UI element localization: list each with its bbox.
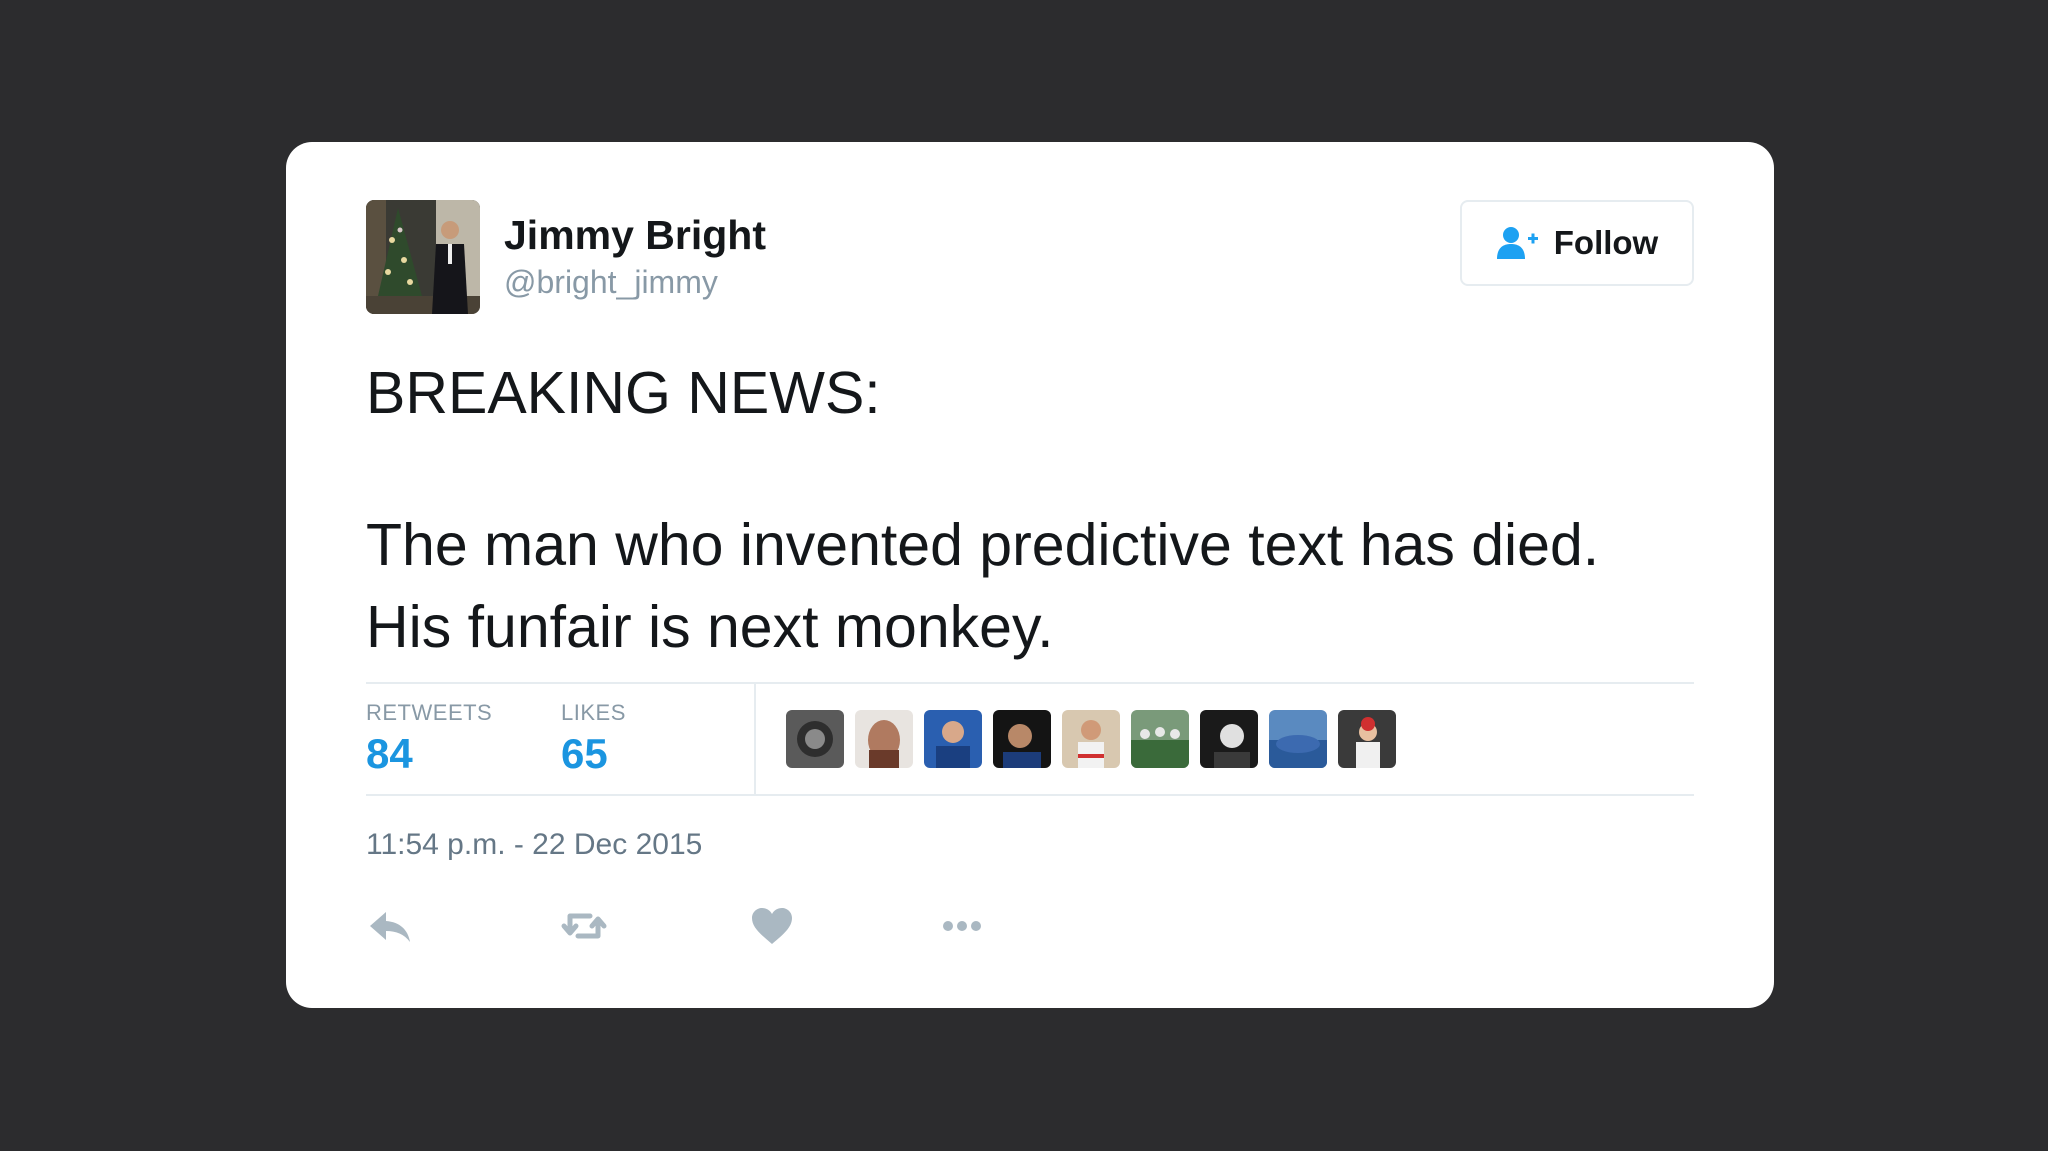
more-icon — [943, 921, 981, 931]
stats-top-divider — [366, 682, 1694, 684]
liker-avatar[interactable] — [855, 710, 913, 768]
liker-avatar[interactable] — [1062, 710, 1120, 768]
tweet-line-body-1: The man who invented predictive text has… — [366, 512, 1600, 578]
reply-icon — [370, 912, 410, 942]
reply-button[interactable] — [366, 902, 414, 950]
tweet-timestamp[interactable]: 11:54 p.m. - 22 Dec 2015 — [366, 828, 702, 862]
more-button[interactable] — [938, 902, 986, 950]
likes-stat[interactable]: LIKES 65 — [561, 700, 626, 778]
retweet-icon — [561, 913, 607, 939]
stats-vertical-divider — [754, 684, 756, 794]
follow-button-label: Follow — [1553, 224, 1659, 261]
user-handle[interactable]: @bright_jimmy — [504, 264, 718, 301]
add-user-icon — [1496, 227, 1538, 259]
follow-button[interactable]: Follow — [1460, 200, 1694, 286]
retweet-button[interactable] — [560, 902, 608, 950]
liker-avatar[interactable] — [1338, 710, 1396, 768]
like-icon — [752, 908, 792, 944]
stats-bottom-divider — [366, 794, 1694, 796]
likers-avatars — [786, 710, 1396, 768]
retweets-stat[interactable]: RETWEETS 84 — [366, 700, 492, 778]
liker-avatar[interactable] — [1269, 710, 1327, 768]
liker-avatar[interactable] — [924, 710, 982, 768]
liker-avatar[interactable] — [1200, 710, 1258, 768]
liker-avatar[interactable] — [1131, 710, 1189, 768]
likes-count: 65 — [561, 730, 608, 777]
liker-avatar[interactable] — [993, 710, 1051, 768]
user-avatar[interactable] — [366, 200, 480, 314]
user-name[interactable]: Jimmy Bright — [504, 212, 766, 259]
tweet-line-headline: BREAKING NEWS: — [366, 360, 881, 426]
tweet-line-body-2: His funfair is next monkey. — [366, 594, 1054, 660]
tweet-text: BREAKING NEWS: The man who invented pred… — [366, 352, 1706, 668]
like-button[interactable] — [748, 902, 796, 950]
retweets-count: 84 — [366, 730, 413, 777]
liker-avatar[interactable] — [786, 710, 844, 768]
retweets-label: RETWEETS — [366, 700, 493, 725]
likes-label: LIKES — [561, 700, 626, 725]
tweet-card: Jimmy Bright @bright_jimmy Follow BREAKI… — [286, 142, 1774, 1008]
